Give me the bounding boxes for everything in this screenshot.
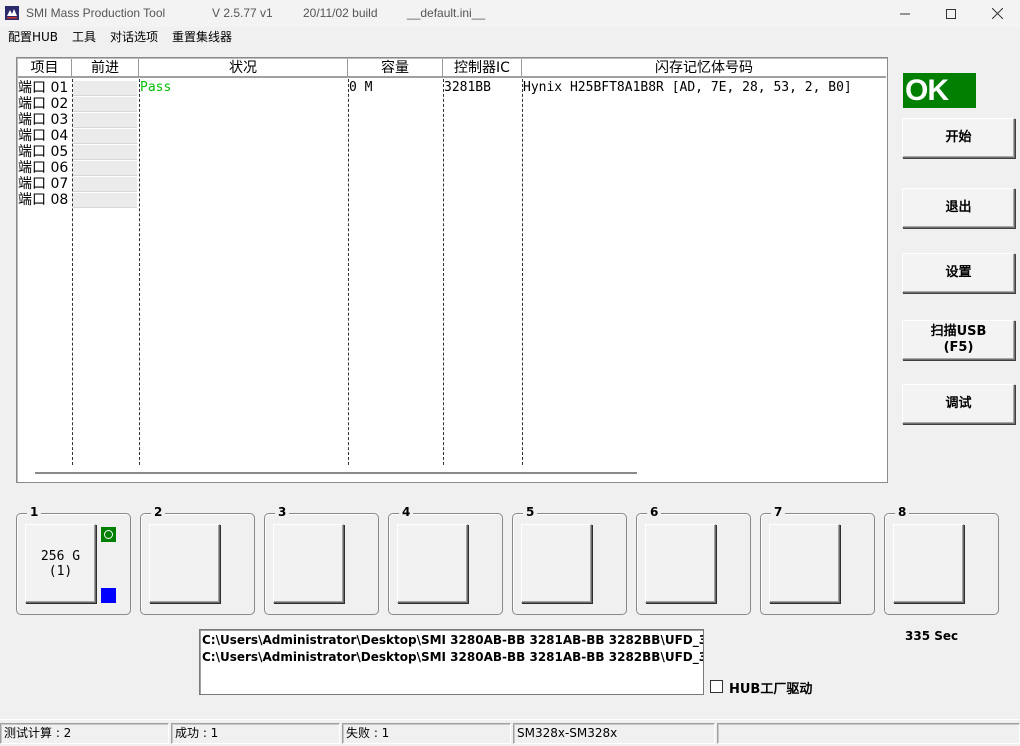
header-controller[interactable]: 控制器IC	[443, 59, 522, 78]
status-fail: 失败 : 1	[342, 723, 511, 744]
window-title: SMI Mass Production Tool	[26, 6, 166, 20]
app-icon	[5, 6, 19, 20]
drive-button[interactable]	[645, 524, 716, 603]
header-progress[interactable]: 前进	[72, 59, 139, 78]
port-number: 5	[523, 505, 538, 519]
port-row-08[interactable]: 端口 08	[18, 192, 72, 208]
menu-reset-hub[interactable]: 重置集线器	[172, 28, 232, 45]
port-row-03[interactable]: 端口 03	[18, 112, 72, 128]
drive-button[interactable]	[521, 524, 592, 603]
port-number: 3	[275, 505, 290, 519]
port-row-06[interactable]: 端口 06	[18, 160, 72, 176]
drive-button[interactable]: 256 G (1)	[25, 524, 96, 603]
port-row-05[interactable]: 端口 05	[18, 144, 72, 160]
scan-usb-shortcut: (F5)	[943, 340, 974, 355]
ok-led-icon	[101, 527, 116, 542]
status-bar: 测试计算 : 2 成功 : 1 失败 : 1 SM328x-SM328x	[0, 719, 1020, 746]
port-row-01[interactable]: 端口 01	[18, 80, 72, 96]
drive-button[interactable]	[273, 524, 344, 603]
log-line: C:\Users\Administrator\Desktop\SMI 3280A…	[202, 650, 704, 664]
port-number: 2	[151, 505, 166, 519]
port-number: 8	[895, 505, 910, 519]
progress-cell	[73, 113, 137, 128]
port-box-4: 4	[388, 505, 503, 615]
status-extra	[717, 723, 1020, 744]
port-box-3: 3	[264, 505, 379, 615]
progress-cell	[73, 161, 137, 176]
drive-button[interactable]	[397, 524, 468, 603]
row1-status: Pass	[140, 80, 172, 95]
port-number: 6	[647, 505, 662, 519]
scan-usb-label: 扫描USB	[930, 324, 987, 339]
column-divider	[443, 79, 444, 465]
hub-driver-checkbox[interactable]	[710, 680, 723, 693]
progress-cell	[73, 81, 137, 96]
menu-bar: 配置HUB 工具 对话选项 重置集线器	[0, 27, 1020, 47]
status-test-count: 测试计算 : 2	[0, 723, 169, 744]
close-icon	[991, 8, 1003, 19]
close-button[interactable]	[974, 0, 1020, 27]
settings-button[interactable]: 设置	[902, 253, 1015, 293]
port-box-1: 1 256 G (1)	[16, 505, 131, 615]
progress-cell	[73, 129, 137, 144]
progress-cell	[73, 97, 137, 112]
title-bar: SMI Mass Production Tool V 2.5.77 v1 20/…	[0, 0, 1020, 27]
minimize-icon	[900, 13, 910, 14]
port-list[interactable]: 项目 前进 状况 容量 控制器IC 闪存记忆体号码 端口 01 端口 02 端口…	[16, 57, 888, 483]
port-number: 4	[399, 505, 414, 519]
elapsed-timer: 335 Sec	[905, 629, 959, 643]
menu-dialog-options[interactable]: 对话选项	[110, 28, 158, 45]
status-success: 成功 : 1	[171, 723, 340, 744]
port-box-7: 7	[760, 505, 875, 615]
scan-usb-button[interactable]: 扫描USB (F5)	[902, 320, 1015, 360]
port-number: 1	[27, 505, 42, 519]
minimize-button[interactable]	[882, 0, 928, 27]
port-box-6: 6	[636, 505, 751, 615]
header-flash[interactable]: 闪存记忆体号码	[522, 59, 886, 78]
window-version: V 2.5.77 v1	[212, 6, 273, 20]
window-ini: __default.ini__	[407, 6, 486, 20]
debug-button[interactable]: 调试	[902, 384, 1015, 424]
exit-button[interactable]: 退出	[902, 188, 1015, 228]
header-capacity[interactable]: 容量	[348, 59, 443, 78]
start-button[interactable]: 开始	[902, 118, 1015, 158]
column-divider	[522, 79, 523, 465]
column-divider	[139, 79, 140, 465]
progress-cell	[73, 193, 137, 208]
port-box-8: 8	[884, 505, 999, 615]
ok-indicator: OK	[903, 73, 976, 108]
port-box-5: 5	[512, 505, 627, 615]
port-row-04[interactable]: 端口 04	[18, 128, 72, 144]
drive-button[interactable]	[893, 524, 964, 603]
status-model: SM328x-SM328x	[513, 723, 715, 744]
port-row-02[interactable]: 端口 02	[18, 96, 72, 112]
port-row-07[interactable]: 端口 07	[18, 176, 72, 192]
menu-tools[interactable]: 工具	[72, 28, 96, 45]
row1-capacity: 0 M	[349, 80, 373, 95]
horizontal-scrollbar[interactable]	[35, 472, 637, 474]
maximize-icon	[946, 8, 956, 19]
port-number: 7	[771, 505, 786, 519]
row1-flash: Hynix H25BFT8A1B8R [AD, 7E, 28, 53, 2, B…	[523, 80, 852, 95]
drive-button[interactable]	[769, 524, 840, 603]
log-box[interactable]: C:\Users\Administrator\Desktop\SMI 3280A…	[199, 629, 704, 695]
activity-led-icon	[101, 588, 116, 603]
row1-controller: 3281BB	[444, 80, 491, 95]
header-status[interactable]: 状况	[139, 59, 348, 78]
progress-cell	[73, 145, 137, 160]
progress-cell	[73, 177, 137, 192]
window-build: 20/11/02 build	[303, 6, 378, 20]
log-line: C:\Users\Administrator\Desktop\SMI 3280A…	[202, 633, 704, 647]
drive-count: (1)	[48, 563, 73, 579]
maximize-button[interactable]	[928, 0, 974, 27]
column-divider	[348, 79, 349, 465]
menu-config-hub[interactable]: 配置HUB	[8, 28, 58, 45]
header-item[interactable]: 项目	[18, 59, 72, 78]
drive-size: 256 G	[40, 548, 81, 564]
port-box-2: 2	[140, 505, 255, 615]
hub-driver-label[interactable]: HUB工厂驱动	[729, 678, 812, 697]
drive-button[interactable]	[149, 524, 220, 603]
